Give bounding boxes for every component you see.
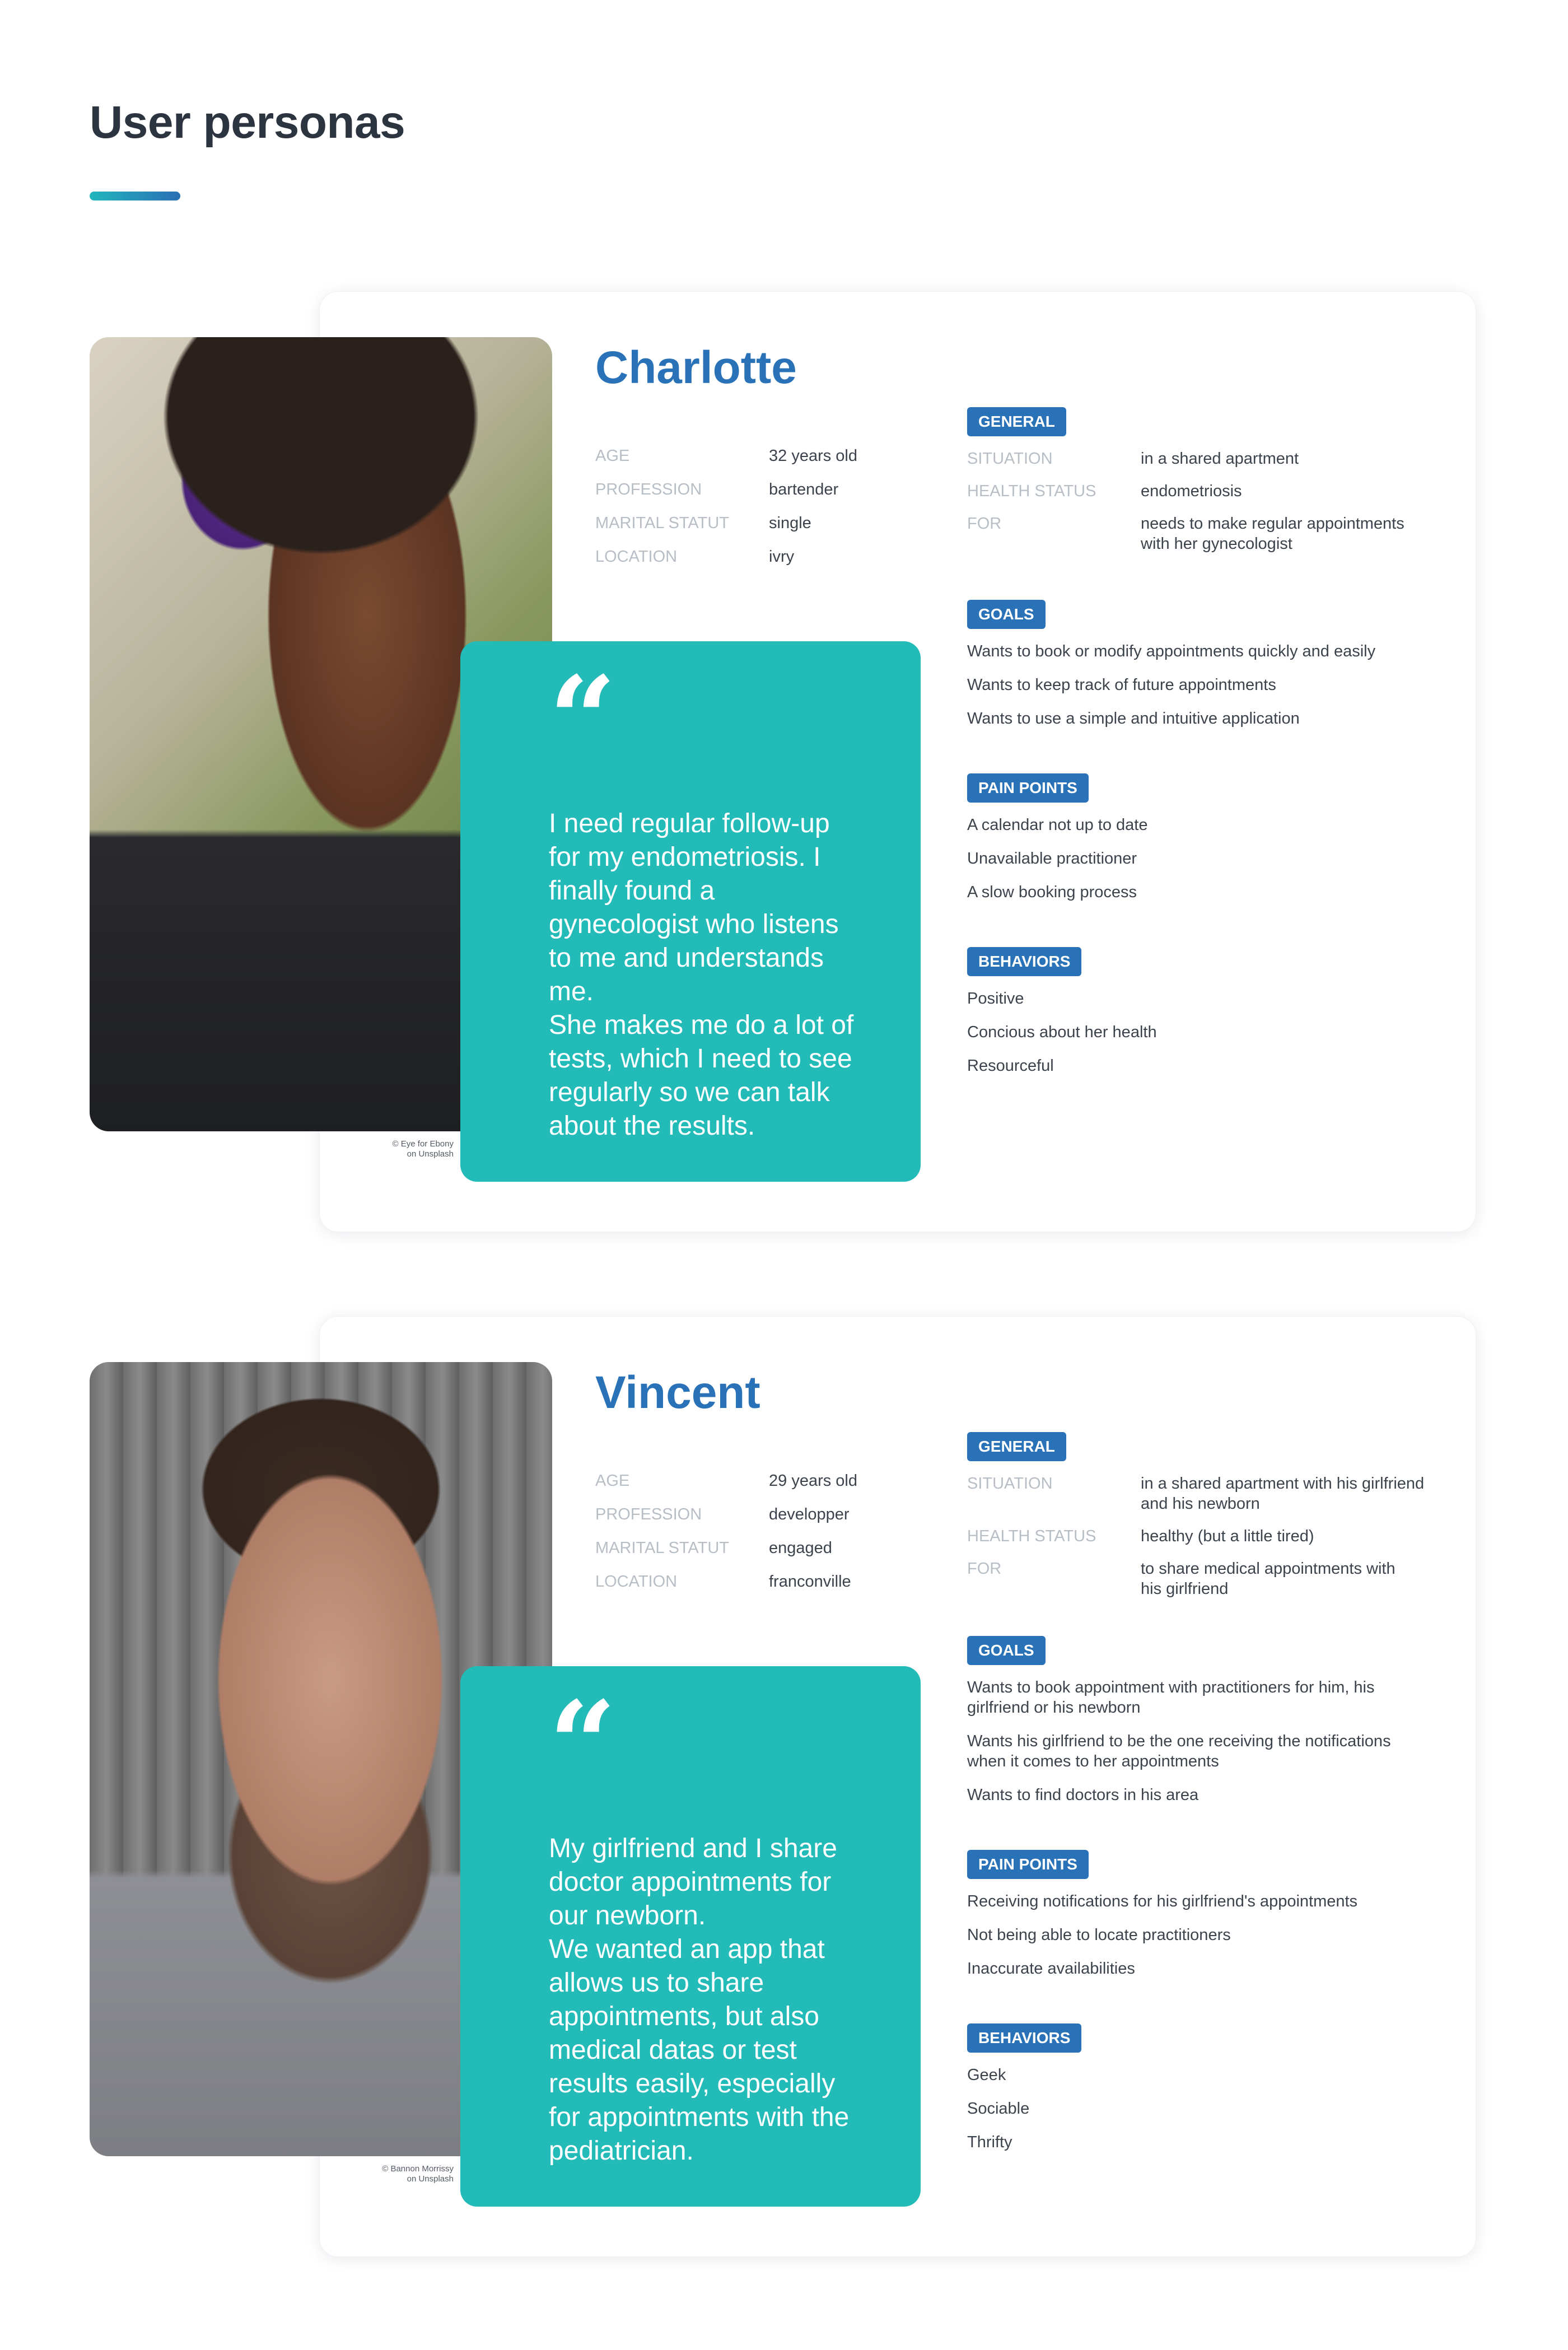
- goal-item: Wants to book or modify appointments qui…: [967, 642, 1376, 660]
- general-value: needs to make regular appointments with …: [1141, 515, 1404, 553]
- goal-item: Wants to use a simple and intuitive appl…: [967, 710, 1300, 728]
- badge-general: GENERAL: [967, 407, 1066, 436]
- behavior-item: Geek: [967, 2066, 1006, 2084]
- info-row-profession: PROFESSION bartender: [595, 479, 857, 513]
- general-label: FOR: [967, 1560, 1002, 1578]
- general-value: healthy (but a little tired): [1141, 1527, 1314, 1545]
- behavior-item: Thrifty: [967, 2133, 1012, 2151]
- general-row-health: HEALTH STATUS healthy (but a little tire…: [967, 1526, 1449, 1546]
- persona-name: Vincent: [595, 1367, 760, 1418]
- general-row-for: FOR needs to make regular appointments w…: [967, 514, 1449, 554]
- pain-point-item: Not being able to locate practitioners: [967, 1926, 1231, 1944]
- section-pain-points: PAIN POINTS A calendar not up to date Un…: [967, 773, 1449, 902]
- photo-credit: © Bannon Morrissy on Unsplash: [382, 2164, 454, 2184]
- pain-point-item: Unavailable practitioner: [967, 850, 1137, 868]
- persona-card-charlotte: © Eye for Ebony on Unsplash Charlotte AG…: [0, 291, 1568, 1232]
- section-goals: GOALS Wants to book or modify appointmen…: [967, 600, 1449, 729]
- goal-item: Wants to find doctors in his area: [967, 1786, 1199, 1804]
- section-behaviors: BEHAVIORS Positive Concious about her he…: [967, 947, 1449, 1076]
- general-label: HEALTH STATUS: [967, 1527, 1096, 1545]
- photo-credit: © Eye for Ebony on Unsplash: [392, 1139, 454, 1159]
- info-row-age: AGE 29 years old: [595, 1471, 857, 1504]
- persona-details: GENERAL SITUATION in a shared apartment …: [967, 407, 1449, 1076]
- pain-point-item: Receiving notifications for his girlfrie…: [967, 1892, 1358, 1910]
- general-label: HEALTH STATUS: [967, 482, 1096, 500]
- info-value: franconville: [769, 1573, 851, 1591]
- badge-pain-points: PAIN POINTS: [967, 1850, 1089, 1879]
- info-value: 29 years old: [769, 1472, 857, 1490]
- pain-point-item: A calendar not up to date: [967, 816, 1148, 834]
- info-value: ivry: [769, 548, 795, 566]
- general-row-situation: SITUATION in a shared apartment with his…: [967, 1474, 1449, 1514]
- general-row-health: HEALTH STATUS endometriosis: [967, 481, 1449, 501]
- info-value: developper: [769, 1505, 850, 1523]
- quote-text: My girlfriend and I share doctor appoint…: [549, 1834, 850, 2166]
- badge-general: GENERAL: [967, 1432, 1066, 1461]
- general-row-for: FOR to share medical appointments with h…: [967, 1559, 1449, 1599]
- general-label: FOR: [967, 515, 1002, 533]
- info-row-marital: MARITAL STATUT engaged: [595, 1538, 857, 1572]
- info-label: PROFESSION: [595, 1505, 702, 1523]
- info-value: engaged: [769, 1539, 832, 1557]
- section-goals: GOALS Wants to book appointment with pra…: [967, 1636, 1449, 1805]
- info-label: AGE: [595, 1472, 630, 1490]
- section-behaviors: BEHAVIORS Geek Sociable Thrifty: [967, 2023, 1449, 2152]
- info-label: AGE: [595, 447, 630, 465]
- quote-icon: “: [549, 650, 617, 789]
- section-general: GENERAL SITUATION in a shared apartment …: [967, 407, 1449, 554]
- info-label: LOCATION: [595, 548, 678, 566]
- badge-pain-points: PAIN POINTS: [967, 773, 1089, 803]
- info-value: single: [769, 514, 811, 532]
- info-row-location: LOCATION franconville: [595, 1572, 857, 1605]
- pain-point-item: Inaccurate availabilities: [967, 1960, 1135, 1978]
- persona-name: Charlotte: [595, 342, 797, 393]
- general-value: in a shared apartment with his girlfrien…: [1141, 1475, 1425, 1513]
- quote-box: “ I need regular follow-up for my endome…: [460, 641, 921, 1182]
- general-label: SITUATION: [967, 450, 1053, 468]
- info-label: PROFESSION: [595, 481, 702, 498]
- info-value: bartender: [769, 481, 839, 498]
- page-title: User personas: [90, 97, 405, 148]
- badge-goals: GOALS: [967, 600, 1046, 629]
- info-value: 32 years old: [769, 447, 857, 465]
- persona-details: GENERAL SITUATION in a shared apartment …: [967, 1432, 1449, 2152]
- goal-item: Wants to keep track of future appointmen…: [967, 676, 1276, 694]
- title-underline: [90, 192, 180, 201]
- info-row-age: AGE 32 years old: [595, 446, 857, 479]
- info-row-location: LOCATION ivry: [595, 547, 857, 580]
- badge-goals: GOALS: [967, 1636, 1046, 1665]
- goal-item: Wants his girlfriend to be the one recei…: [967, 1732, 1391, 1770]
- persona-info-table: AGE 32 years old PROFESSION bartender MA…: [595, 446, 857, 580]
- badge-behaviors: BEHAVIORS: [967, 947, 1082, 976]
- general-row-situation: SITUATION in a shared apartment: [967, 449, 1449, 469]
- general-value: in a shared apartment: [1141, 450, 1299, 468]
- pain-point-item: A slow booking process: [967, 883, 1137, 901]
- behavior-item: Resourceful: [967, 1057, 1054, 1075]
- general-value: to share medical appointments with his g…: [1141, 1560, 1396, 1598]
- section-general: GENERAL SITUATION in a shared apartment …: [967, 1432, 1449, 1599]
- general-value: endometriosis: [1141, 482, 1242, 500]
- info-row-marital: MARITAL STATUT single: [595, 513, 857, 547]
- quote-icon: “: [549, 1675, 617, 1813]
- general-label: SITUATION: [967, 1475, 1053, 1493]
- persona-info-table: AGE 29 years old PROFESSION developper M…: [595, 1471, 857, 1605]
- info-label: MARITAL STATUT: [595, 514, 729, 532]
- info-label: MARITAL STATUT: [595, 1539, 729, 1557]
- behavior-item: Sociable: [967, 2100, 1030, 2118]
- persona-card-vincent: © Bannon Morrissy on Unsplash Vincent AG…: [0, 1316, 1568, 2257]
- badge-behaviors: BEHAVIORS: [967, 2023, 1082, 2053]
- quote-text: I need regular follow-up for my endometr…: [549, 809, 854, 1141]
- info-row-profession: PROFESSION developper: [595, 1504, 857, 1538]
- quote-box: “ My girlfriend and I share doctor appoi…: [460, 1666, 921, 2207]
- behavior-item: Positive: [967, 990, 1024, 1008]
- info-label: LOCATION: [595, 1573, 678, 1591]
- section-pain-points: PAIN POINTS Receiving notifications for …: [967, 1850, 1449, 1979]
- behavior-item: Concious about her health: [967, 1023, 1157, 1041]
- goal-item: Wants to book appointment with practitio…: [967, 1678, 1375, 1717]
